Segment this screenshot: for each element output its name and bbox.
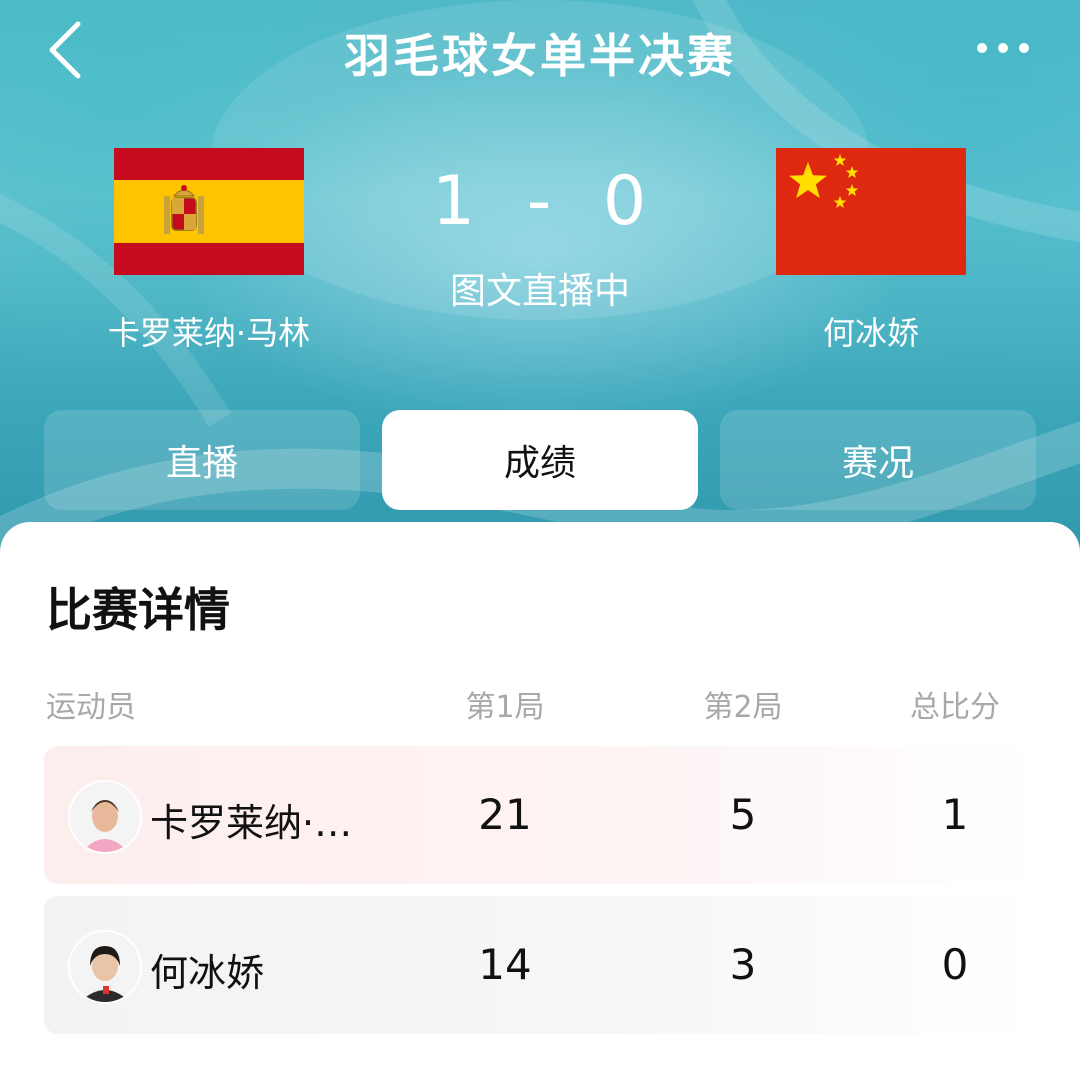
more-button[interactable] bbox=[968, 30, 1038, 66]
tab-match-status[interactable]: 赛况 bbox=[720, 410, 1036, 510]
score-separator: - bbox=[526, 162, 554, 241]
player-name: 何冰娇 bbox=[150, 951, 265, 995]
match-score: 1 - 0 bbox=[390, 162, 690, 241]
game1-score: 14 bbox=[478, 940, 532, 989]
china-flag bbox=[776, 148, 966, 275]
live-status: 图文直播中 bbox=[449, 271, 630, 312]
game1-score: 21 bbox=[478, 790, 532, 839]
column-header-athlete: 运动员 bbox=[46, 690, 136, 725]
table-row[interactable]: 卡罗莱纳·… 21 5 1 bbox=[44, 746, 1036, 884]
section-title: 比赛详情 bbox=[46, 583, 230, 637]
right-player-name: 何冰娇 bbox=[822, 314, 919, 352]
match-header: 羽毛球女单半决赛 卡罗莱纳·马林 何冰娇 1 - 0 图文直播中 直播 成绩 赛… bbox=[0, 0, 1080, 560]
tab-live[interactable]: 直播 bbox=[44, 410, 360, 510]
score-right: 0 bbox=[602, 162, 649, 241]
left-player-name: 卡罗莱纳·马林 bbox=[107, 314, 311, 352]
game2-score: 3 bbox=[729, 940, 757, 989]
player-name: 卡罗莱纳·… bbox=[150, 801, 353, 845]
page-title: 羽毛球女单半决赛 bbox=[344, 29, 736, 83]
avatar bbox=[68, 780, 142, 854]
more-dots-icon bbox=[977, 43, 1029, 53]
table-row[interactable]: 何冰娇 14 3 0 bbox=[44, 896, 1036, 1034]
match-details-card: 比赛详情 运动员 第1局 第2局 总比分 卡罗莱纳·… 21 5 1 何冰娇 1… bbox=[0, 522, 1080, 1078]
column-header-total: 总比分 bbox=[910, 690, 1000, 725]
avatar bbox=[68, 930, 142, 1004]
total-score: 0 bbox=[941, 940, 969, 989]
column-header-game1: 第1局 bbox=[465, 690, 545, 725]
column-header-game2: 第2局 bbox=[703, 690, 783, 725]
tab-results[interactable]: 成绩 bbox=[382, 410, 698, 510]
game2-score: 5 bbox=[729, 790, 757, 839]
spain-flag bbox=[114, 148, 304, 275]
total-score: 1 bbox=[941, 790, 969, 839]
score-left: 1 bbox=[431, 162, 478, 241]
